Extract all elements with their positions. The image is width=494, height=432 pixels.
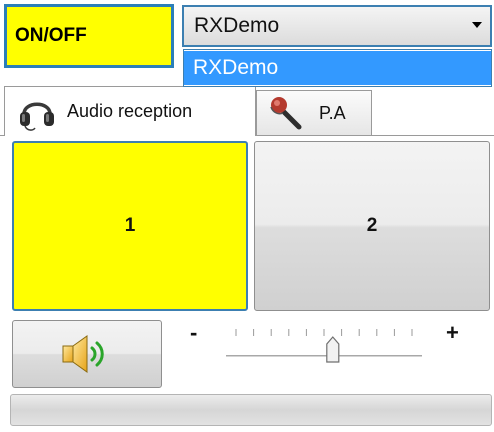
microphone-icon [267,93,309,133]
status-progress-bar [10,394,492,426]
chevron-down-icon[interactable] [472,22,482,28]
volume-slider[interactable] [222,326,426,376]
headphones-icon [17,92,57,132]
speaker-icon [57,331,117,377]
tab-audio-reception[interactable]: Audio reception [4,86,256,136]
tab-pa[interactable]: P.A [256,90,372,135]
speaker-mute-button[interactable] [12,320,162,388]
channel-2-button[interactable]: 2 [254,141,490,311]
channel-1-label: 1 [124,215,136,236]
receiver-select[interactable]: RXDemo [182,5,492,47]
volume-minus-label: - [190,320,198,345]
channel-2-label: 2 [366,215,378,236]
receiver-option[interactable]: RXDemo [184,51,491,85]
receiver-select-value: RXDemo [194,14,280,37]
tab-pa-label: P.A [319,102,346,123]
channel-1-button[interactable]: 1 [12,141,248,311]
tab-audio-reception-label: Audio reception [67,101,193,121]
volume-plus-label: + [446,320,459,345]
receiver-dropdown-list: RXDemo [183,49,492,87]
volume-slider-thumb[interactable] [326,336,340,363]
power-toggle-button[interactable]: ON/OFF [4,4,174,68]
power-toggle-label: ON/OFF [15,25,87,46]
volume-slider-graphic [226,329,422,363]
